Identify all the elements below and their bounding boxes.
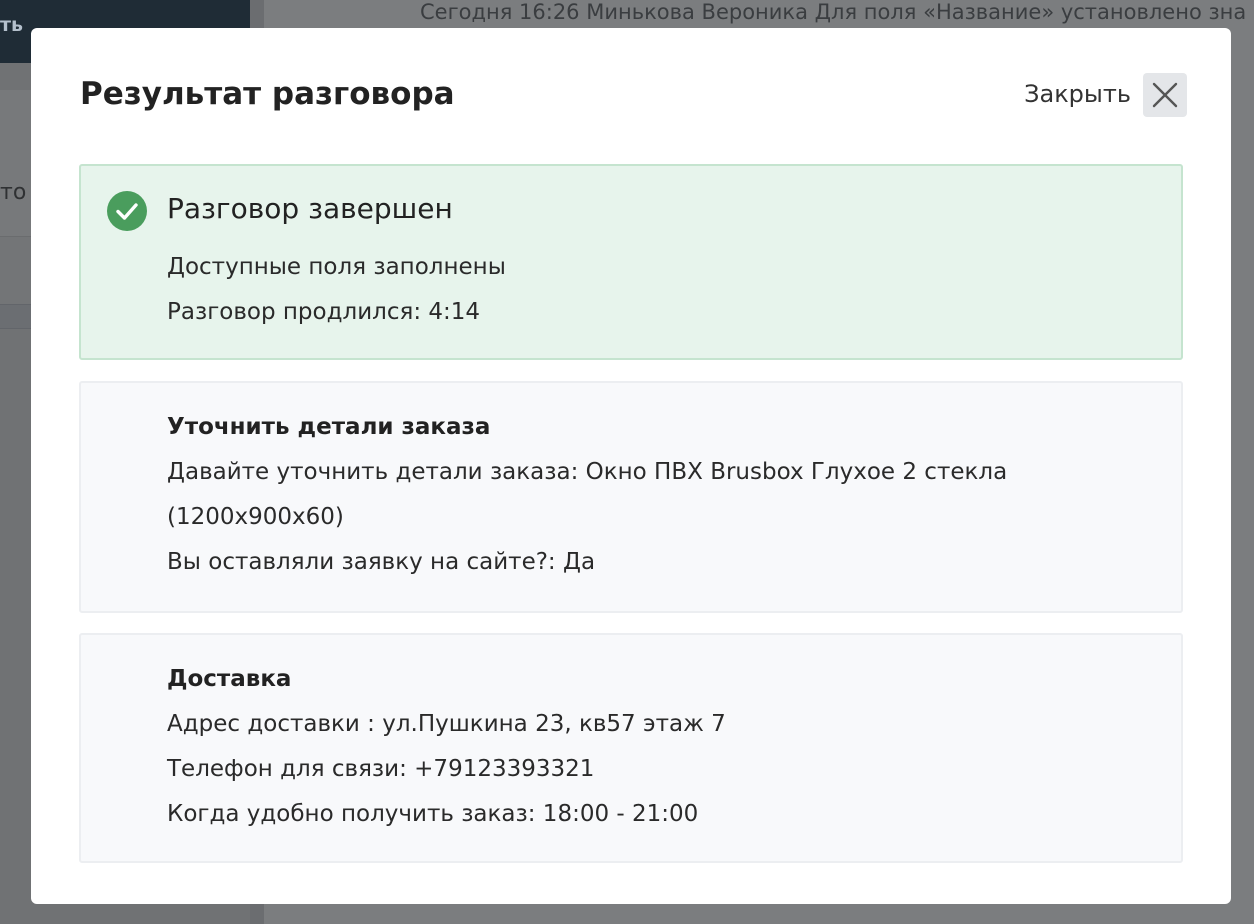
status-line-duration: Разговор продлился: 4:14 (167, 299, 481, 325)
section-line: Вы оставляли заявку на сайте?: Да (167, 549, 596, 575)
section-line: Давайте уточнить детали заказа: Окно ПВХ… (167, 459, 1008, 530)
close-icon (1152, 82, 1178, 108)
background-log-entry: Сегодня 16:26 Минькова Вероника Для поля… (420, 0, 1247, 24)
close-label[interactable]: Закрыть (1024, 79, 1131, 109)
status-line-fields: Доступные поля заполнены (167, 254, 506, 280)
section-line: Когда удобно получить заказ: 18:00 - 21:… (167, 801, 699, 827)
section-order-details: Уточнить детали заказа Давайте уточнить … (79, 381, 1183, 613)
check-circle-icon (107, 191, 147, 231)
section-line: Адрес доставки : ул.Пушкина 23, кв57 эта… (167, 711, 726, 737)
section-heading: Уточнить детали заказа (167, 414, 491, 440)
section-line: Телефон для связи: +79123393321 (167, 756, 595, 782)
section-delivery: Доставка Адрес доставки : ул.Пушкина 23,… (79, 633, 1183, 863)
call-status-card: Разговор завершен Доступные поля заполне… (79, 164, 1183, 360)
section-heading: Доставка (167, 666, 292, 692)
close-button[interactable] (1143, 73, 1187, 117)
background-topbar-text: ть (0, 14, 24, 36)
modal-title: Результат разговора (80, 76, 455, 112)
call-result-modal: Результат разговора Закрыть Разговор зав… (31, 28, 1231, 904)
status-title: Разговор завершен (167, 192, 453, 225)
